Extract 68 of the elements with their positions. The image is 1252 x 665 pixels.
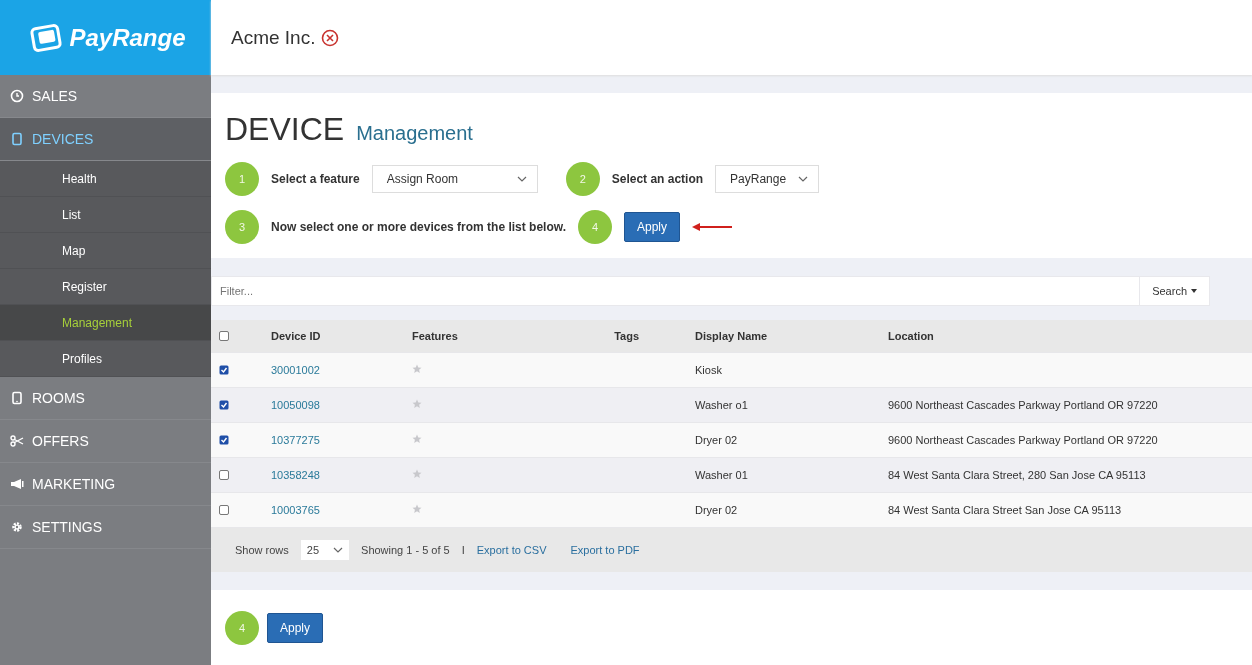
checkbox[interactable]	[219, 400, 229, 410]
logo-text: PayRange	[69, 23, 186, 52]
star-icon	[412, 469, 422, 479]
device-id-link[interactable]: 10050098	[271, 399, 320, 411]
table-cell-text: Dryer 02	[695, 504, 739, 516]
step-label: Select an action	[611, 172, 704, 186]
table-cell-text: Washer o1	[695, 399, 749, 411]
table-cell-text: Dryer 02	[695, 434, 739, 446]
checkbox[interactable]	[219, 505, 229, 515]
device-id-link[interactable]: 10377275	[271, 434, 320, 446]
table-cell: 9600 Northeast Cascades Parkway Portland OR 97220	[888, 399, 1158, 411]
step-number: 2	[565, 162, 600, 196]
sidebar-item[interactable]: DEVICES	[0, 118, 211, 161]
settings-icon	[10, 520, 24, 534]
device-id-link[interactable]: 10358248	[271, 469, 320, 481]
star-icon	[412, 399, 422, 409]
caret-icon	[1191, 289, 1197, 293]
step-number: 3	[225, 210, 259, 244]
table-cell: 84 West Santa Clara Street San Jose CA 95113	[888, 504, 1122, 516]
step-number: 1	[225, 162, 259, 196]
chevron-down-icon	[333, 546, 344, 554]
step-label: Select a feature	[271, 172, 360, 186]
table-cell-text: Washer 01	[695, 469, 749, 481]
star-icon	[412, 504, 422, 514]
tablet-icon	[10, 391, 24, 405]
sidebar-subitem[interactable]: Management	[0, 305, 211, 341]
action-dropdown[interactable]: PayRange	[715, 165, 820, 193]
column-header: Device ID	[271, 330, 322, 342]
arrow-icon	[692, 222, 734, 232]
table-cell-text: Kiosk	[695, 364, 723, 376]
account-name: Acme Inc.	[231, 26, 316, 49]
step-number: 4	[577, 210, 612, 244]
show-rows-label: Show rows	[235, 544, 289, 556]
column-header: Location	[888, 330, 935, 342]
table-cell: 84 West Santa Clara Street, 280 San Jose CA 95113	[888, 469, 1146, 481]
separator: I	[461, 544, 465, 556]
device-id-link[interactable]: 10003765	[271, 504, 320, 516]
tablet-icon	[10, 132, 24, 146]
scissors-icon	[10, 434, 24, 448]
filter-field[interactable]: Filter...	[211, 276, 1140, 306]
checkbox[interactable]	[219, 365, 229, 375]
clock-icon	[10, 89, 24, 103]
page-subtitle: Management	[356, 122, 473, 145]
checkbox[interactable]	[219, 331, 229, 341]
device-id-link[interactable]: 30001002	[271, 364, 320, 376]
export-csv-link[interactable]: Export to CSV	[476, 544, 547, 556]
star-icon	[412, 434, 422, 444]
column-header: Features	[412, 330, 459, 342]
showing-count: Showing 1 - 5 of 5	[361, 544, 450, 556]
page-title: DEVICE	[225, 111, 345, 148]
checkbox[interactable]	[219, 435, 229, 445]
search-button[interactable]: Search	[1139, 276, 1210, 306]
apply-button[interactable]: Apply	[267, 612, 324, 643]
export-pdf-link[interactable]: Export to PDF	[570, 544, 640, 556]
chevron-down-icon	[516, 175, 527, 183]
table-cell: 9600 Northeast Cascades Parkway Portland OR 97220	[888, 434, 1158, 446]
close-icon[interactable]	[321, 28, 340, 47]
feature-dropdown[interactable]: Assign Room	[371, 165, 538, 193]
chevron-down-icon	[798, 175, 809, 183]
column-header: Display Name	[695, 330, 769, 342]
apply-button[interactable]: Apply	[623, 212, 680, 242]
rows-dropdown[interactable]: 25	[300, 540, 350, 560]
column-header: Tags	[613, 330, 640, 342]
step-number: 4	[225, 610, 259, 645]
step-label: Now select one or more devices from the list below.	[271, 220, 566, 234]
checkbox[interactable]	[219, 470, 229, 480]
megaphone-icon	[10, 477, 24, 491]
star-icon	[412, 364, 422, 374]
